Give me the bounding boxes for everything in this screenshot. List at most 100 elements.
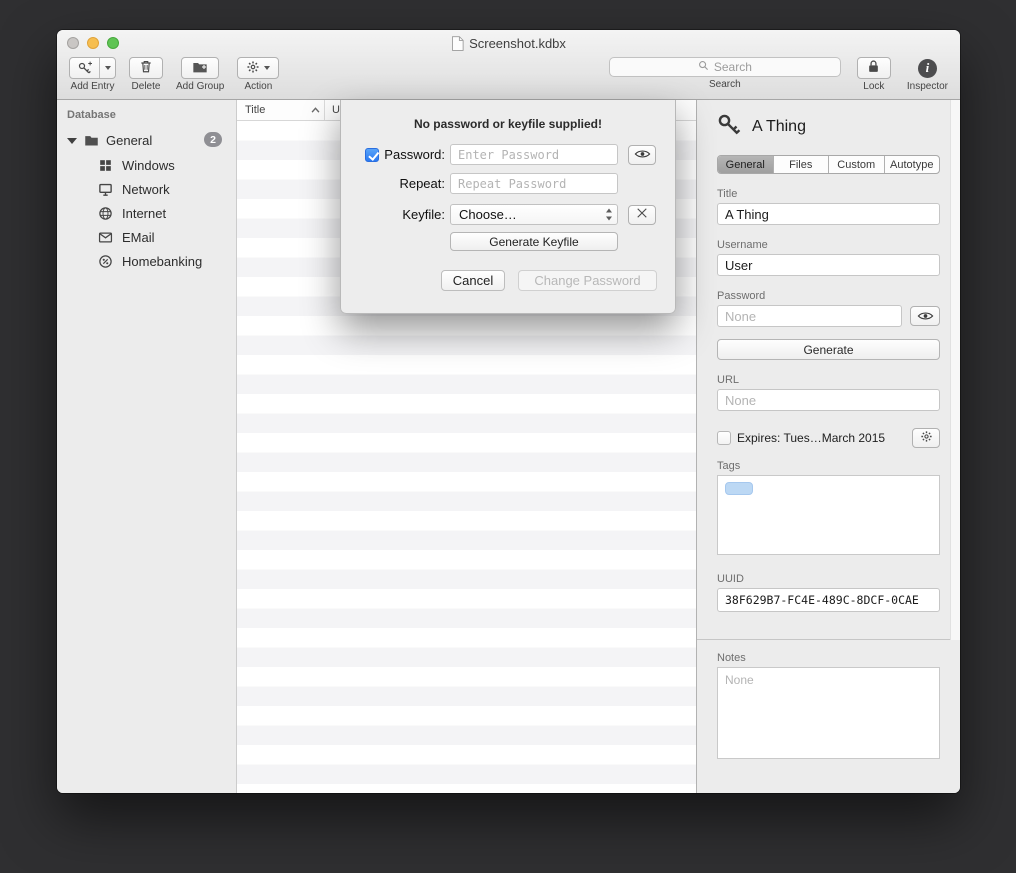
clear-keyfile-button[interactable]: [628, 205, 656, 225]
entry-count-badge: 2: [204, 132, 222, 147]
window-title: Screenshot.kdbx: [469, 36, 566, 51]
action-label: Action: [244, 81, 272, 92]
cancel-button[interactable]: Cancel: [441, 270, 505, 291]
url-field[interactable]: [717, 389, 940, 411]
username-field[interactable]: [717, 254, 940, 276]
column-header-title[interactable]: Title: [237, 100, 325, 120]
generate-password-button[interactable]: Generate: [717, 339, 940, 360]
sidebar-item-label: Homebanking: [122, 254, 202, 269]
column-header-username[interactable]: U: [325, 100, 340, 120]
document-icon: [451, 36, 464, 51]
sidebar-item-homebanking[interactable]: Homebanking: [57, 249, 236, 273]
dialog-reveal-password-button[interactable]: [628, 145, 656, 165]
window-header: Screenshot.kdbx Add Entry D: [57, 30, 960, 100]
sidebar-item-label: EMail: [122, 230, 155, 245]
popup-stepper-icon: [605, 207, 613, 222]
reveal-password-button[interactable]: [910, 306, 940, 326]
add-group-label: Add Group: [176, 81, 224, 92]
search-icon: [698, 60, 709, 74]
close-button[interactable]: [67, 37, 79, 49]
gear-icon: [246, 60, 260, 77]
dialog-repeat-input[interactable]: [450, 173, 618, 194]
search-input[interactable]: Search: [609, 57, 841, 77]
sidebar-item-network[interactable]: Network: [57, 177, 236, 201]
inspector-button[interactable]: i: [910, 57, 944, 79]
inspector-panel: A Thing General Files Custom Autotype Ti…: [696, 100, 960, 793]
folder-plus-icon: [192, 60, 208, 77]
search-placeholder: Search: [714, 60, 752, 74]
tab-general[interactable]: General: [718, 156, 774, 173]
sidebar-section-header: Database: [57, 100, 236, 128]
tab-autotype[interactable]: Autotype: [885, 156, 940, 173]
toolbar-item-lock: Lock: [857, 57, 891, 92]
disclosure-triangle-icon[interactable]: [67, 138, 77, 144]
url-field-label: URL: [717, 374, 940, 386]
chevron-down-icon: [264, 66, 270, 70]
inspector-scrollbar[interactable]: [950, 100, 960, 640]
generate-keyfile-button[interactable]: Generate Keyfile: [450, 232, 618, 251]
sidebar-item-label: Network: [122, 182, 170, 197]
password-row: [717, 305, 940, 327]
sidebar-item-label: Internet: [122, 206, 166, 221]
add-entry-dropdown[interactable]: [100, 58, 115, 78]
sidebar-item-windows[interactable]: Windows: [57, 153, 236, 177]
globe-icon: [98, 206, 113, 221]
delete-label: Delete: [132, 81, 161, 92]
expires-label: Expires: Tues…March 2015: [737, 431, 885, 445]
sidebar-group-general[interactable]: General 2: [57, 128, 236, 153]
dialog-password-input[interactable]: [450, 144, 618, 165]
sidebar-item-email[interactable]: EMail: [57, 225, 236, 249]
uuid-field[interactable]: [717, 588, 940, 612]
inspector-tabs: General Files Custom Autotype: [717, 155, 940, 174]
chevron-down-icon: [105, 66, 111, 70]
delete-button[interactable]: [129, 57, 163, 79]
expires-checkbox[interactable]: [717, 431, 731, 445]
tags-label: Tags: [717, 460, 940, 472]
sidebar-item-internet[interactable]: Internet: [57, 201, 236, 225]
keyfile-popup-button[interactable]: Choose…: [450, 204, 618, 225]
notes-label: Notes: [717, 652, 940, 664]
info-icon: i: [918, 59, 937, 78]
username-field-label: Username: [717, 239, 940, 251]
search-label: Search: [709, 79, 741, 90]
eye-icon: [917, 309, 934, 324]
password-field[interactable]: [717, 305, 902, 327]
tags-field[interactable]: [717, 475, 940, 555]
minimize-button[interactable]: [87, 37, 99, 49]
title-field[interactable]: [717, 203, 940, 225]
zoom-button[interactable]: [107, 37, 119, 49]
notes-field[interactable]: [717, 667, 940, 759]
toolbar-item-add-group: Add Group: [176, 57, 224, 92]
close-icon: [636, 207, 648, 222]
lock-icon: [867, 59, 880, 77]
gear-icon: [920, 430, 933, 446]
inspector-entry-header: A Thing: [717, 112, 940, 142]
macpass-window: Screenshot.kdbx Add Entry D: [57, 30, 960, 793]
dialog-keyfile-row: Keyfile: Choose…: [341, 204, 656, 225]
keyfile-popup-value: Choose…: [459, 207, 517, 222]
add-entry-button[interactable]: [69, 57, 116, 79]
envelope-icon: [98, 230, 113, 245]
windows-icon: [98, 158, 113, 173]
change-password-button[interactable]: Change Password: [518, 270, 657, 291]
entry-title: A Thing: [752, 118, 806, 136]
titlebar[interactable]: Screenshot.kdbx: [57, 30, 960, 56]
dialog-repeat-row: Repeat:: [341, 173, 618, 194]
dialog-password-row: Password:: [341, 144, 656, 165]
password-field-label: Password: [717, 290, 940, 302]
title-field-label: Title: [717, 188, 940, 200]
expires-row: Expires: Tues…March 2015: [717, 428, 940, 448]
uuid-label: UUID: [717, 573, 940, 585]
add-group-button[interactable]: [181, 57, 219, 79]
tab-custom[interactable]: Custom: [829, 156, 885, 173]
sidebar: Database General 2 Windows Network: [57, 100, 237, 793]
column-title-label: Title: [245, 104, 265, 116]
expires-settings-button[interactable]: [912, 428, 940, 448]
tab-files[interactable]: Files: [774, 156, 830, 173]
toolbar-item-add-entry: Add Entry: [69, 57, 116, 92]
password-checkbox[interactable]: [365, 148, 379, 162]
lock-button[interactable]: [857, 57, 891, 79]
toolbar-item-delete: Delete: [129, 57, 163, 92]
tag-token[interactable]: [725, 482, 753, 495]
action-button[interactable]: [237, 57, 279, 79]
